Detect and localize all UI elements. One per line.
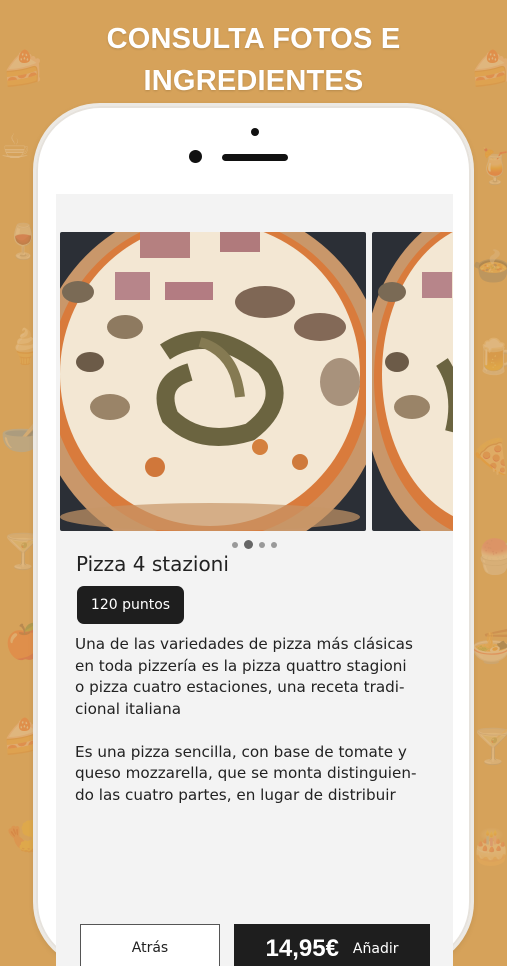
description-paragraph: Una de las variedades de pizza más clási… bbox=[75, 635, 413, 718]
action-bar: Atrás 14,95€ Añadir bbox=[56, 924, 453, 966]
bowl-icon: 🍜 bbox=[470, 627, 507, 667]
carousel-slide-pizza[interactable] bbox=[60, 232, 366, 531]
carousel-dot[interactable] bbox=[271, 541, 277, 548]
carousel-dot-active[interactable] bbox=[244, 540, 253, 549]
price-label: 14,95€ bbox=[265, 935, 339, 962]
promo-headline-line1: CONSULTA FOTOS E INGREDIENTES bbox=[106, 23, 401, 97]
add-to-cart-button[interactable]: 14,95€ Añadir bbox=[234, 924, 430, 966]
photo-carousel[interactable] bbox=[56, 232, 453, 531]
glass-icon: 🍸 bbox=[472, 727, 507, 767]
dish-description: Una de las variedades de pizza más clási… bbox=[75, 634, 440, 828]
cup-icon: 🍹 bbox=[474, 147, 507, 187]
pizza-photo-next bbox=[372, 232, 453, 531]
pizza-photo bbox=[60, 232, 366, 531]
carousel-dot[interactable] bbox=[232, 541, 238, 548]
ice-cream-icon: 🍧 bbox=[474, 537, 507, 577]
phone-frame: Pizza 4 stazioni 120 puntos Una de las v… bbox=[36, 106, 471, 966]
front-camera bbox=[189, 150, 202, 163]
dish-title: Pizza 4 stazioni bbox=[76, 552, 229, 576]
back-button-label: Atrás bbox=[131, 940, 169, 956]
carousel-dot[interactable] bbox=[259, 541, 265, 548]
bowl-icon: 🍲 bbox=[472, 247, 507, 287]
add-button-label: Añadir bbox=[352, 941, 399, 957]
earpiece-speaker bbox=[222, 154, 288, 161]
carousel-slide-next[interactable] bbox=[372, 232, 453, 531]
cake-icon: 🎂 bbox=[470, 827, 507, 867]
glass-icon: 🍺 bbox=[474, 337, 507, 377]
description-paragraph: Es una pizza sencilla, con base de tomat… bbox=[75, 742, 417, 804]
app-screen: Pizza 4 stazioni 120 puntos Una de las v… bbox=[56, 194, 453, 966]
pizza-icon: 🍕 bbox=[470, 437, 507, 477]
proximity-sensor bbox=[251, 128, 259, 136]
carousel-page-indicator[interactable] bbox=[56, 540, 453, 549]
points-badge: 120 puntos bbox=[77, 586, 184, 624]
back-button[interactable]: Atrás bbox=[80, 924, 220, 966]
